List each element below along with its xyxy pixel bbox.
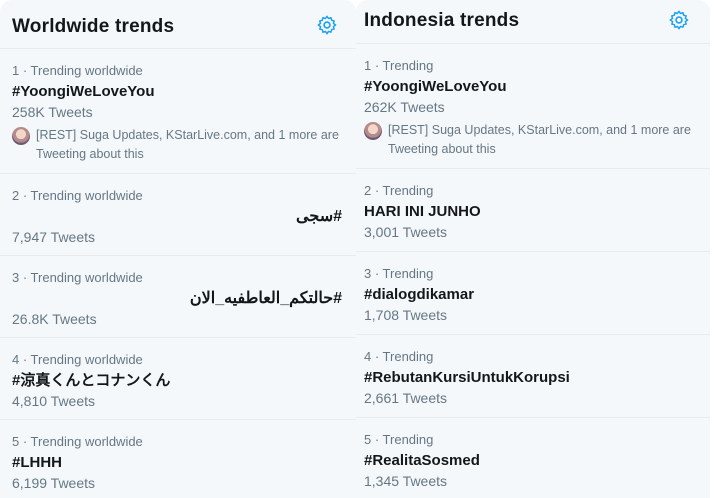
trend-name: #涼真くんとコナンくん bbox=[12, 372, 171, 389]
trend-item[interactable]: 4 · Trending #RebutanKursiUntukKorupsi 2… bbox=[356, 335, 710, 418]
trend-name: #YoongiWeLoveYou bbox=[364, 78, 507, 95]
trend-item[interactable]: 5 · Trending worldwide #LHHH 6,199 Tweet… bbox=[0, 420, 356, 498]
trend-name: #سجى bbox=[296, 208, 342, 225]
trend-item[interactable]: 1 · Trending #YoongiWeLoveYou 262K Tweet… bbox=[356, 44, 710, 169]
trend-count: 26.8K Tweets bbox=[12, 311, 97, 327]
trend-meta: 1 · Trending bbox=[364, 58, 434, 73]
panel-title: Indonesia trends bbox=[364, 10, 520, 31]
trend-name: #RebutanKursiUntukKorupsi bbox=[364, 369, 570, 386]
avatar bbox=[364, 122, 382, 140]
trend-item[interactable]: 1 · Trending worldwide #YoongiWeLoveYou … bbox=[0, 49, 356, 174]
trend-item[interactable]: 2 · Trending HARI INI JUNHO 3,001 Tweets bbox=[356, 169, 710, 252]
trend-count: 262K Tweets bbox=[364, 99, 445, 115]
trend-item[interactable]: 2 · Trending worldwide #سجى 7,947 Tweets bbox=[0, 174, 356, 256]
trend-item[interactable]: 3 · Trending worldwide #حالتكم_العاطفيه_… bbox=[0, 256, 356, 338]
trend-meta: 3 · Trending worldwide bbox=[12, 270, 143, 285]
trend-item[interactable]: 4 · Trending worldwide #涼真くんとコナンくん 4,810… bbox=[0, 338, 356, 420]
trend-context: [REST] Suga Updates, KStarLive.com, and … bbox=[12, 126, 342, 175]
trend-name: #RealitaSosmed bbox=[364, 452, 480, 469]
trend-count: 7,947 Tweets bbox=[12, 229, 96, 245]
indonesia-trends-panel: Indonesia trends 1 · Trending #YoongiWeL… bbox=[356, 0, 710, 498]
trend-item[interactable]: 5 · Trending #RealitaSosmed 1,345 Tweets bbox=[356, 418, 710, 498]
trend-meta: 2 · Trending worldwide bbox=[12, 188, 143, 203]
panel-title: Worldwide trends bbox=[12, 16, 175, 37]
trend-name: #dialogdikamar bbox=[364, 286, 475, 303]
trend-meta: 2 · Trending bbox=[364, 183, 434, 198]
trend-count: 258K Tweets bbox=[12, 104, 93, 120]
worldwide-trends-panel: Worldwide trends 1 · Trending worldwide … bbox=[0, 0, 356, 498]
trend-name: #YoongiWeLoveYou bbox=[12, 83, 155, 100]
trend-meta: 5 · Trending worldwide bbox=[12, 434, 143, 449]
trend-count: 6,199 Tweets bbox=[12, 475, 96, 491]
avatar bbox=[12, 127, 30, 145]
gear-icon[interactable] bbox=[316, 14, 338, 36]
trend-count: 2,661 Tweets bbox=[364, 390, 448, 406]
trend-meta: 5 · Trending bbox=[364, 432, 434, 447]
trend-context-text: [REST] Suga Updates, KStarLive.com, and … bbox=[36, 128, 339, 161]
trend-meta: 1 · Trending worldwide bbox=[12, 63, 143, 78]
trend-meta: 3 · Trending bbox=[364, 266, 434, 281]
trend-name: #LHHH bbox=[12, 454, 63, 471]
trend-count: 1,345 Tweets bbox=[364, 473, 448, 489]
trend-name: HARI INI JUNHO bbox=[364, 203, 481, 220]
panel-header: Indonesia trends bbox=[356, 0, 710, 44]
trend-count: 4,810 Tweets bbox=[12, 393, 96, 409]
trend-name: #حالتكم_العاطفيه_الان bbox=[189, 290, 342, 307]
trend-meta: 4 · Trending bbox=[364, 349, 434, 364]
trend-item[interactable]: 3 · Trending #dialogdikamar 1,708 Tweets bbox=[356, 252, 710, 335]
trend-context: [REST] Suga Updates, KStarLive.com, and … bbox=[364, 121, 696, 170]
trend-count: 1,708 Tweets bbox=[364, 307, 448, 323]
trend-count: 3,001 Tweets bbox=[364, 224, 448, 240]
gear-icon[interactable] bbox=[668, 9, 690, 31]
trend-meta: 4 · Trending worldwide bbox=[12, 352, 143, 367]
panel-header: Worldwide trends bbox=[0, 0, 356, 49]
trend-context-text: [REST] Suga Updates, KStarLive.com, and … bbox=[388, 123, 691, 156]
